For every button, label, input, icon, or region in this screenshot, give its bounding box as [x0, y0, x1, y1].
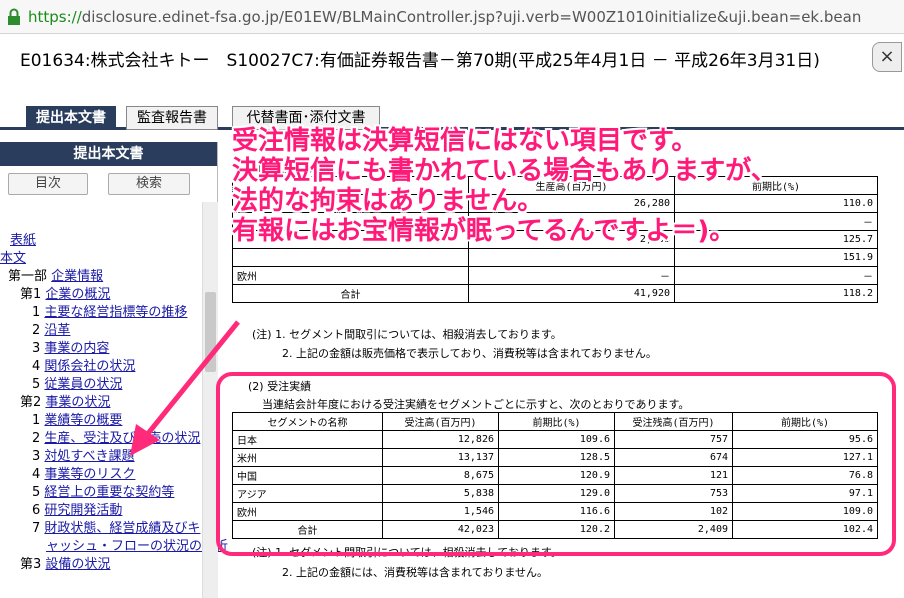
toc-item[interactable]: 4 関係会社の状況 — [0, 358, 200, 376]
toc-button[interactable]: 目次 — [8, 173, 88, 195]
annotation-line: 受注情報は決算短信にはない項目です。 — [232, 126, 698, 156]
toc-item[interactable]: 3 対処すべき課題 — [0, 448, 200, 466]
url-path: disclosure.edinet-fsa.go.jp/E01EW/BLMain… — [81, 7, 862, 26]
toc-item[interactable]: 1 業績等の概要 — [0, 412, 200, 430]
production-note-1: (注) 1. セグメント間取引については、相殺消去しております。 — [252, 328, 562, 341]
annotation-line: 法的な拘束はありません。 — [232, 186, 544, 216]
toc-item[interactable]: 2 生産、受注及び販売の状況 — [0, 430, 200, 448]
table-row: 欧州－－ — [232, 266, 878, 285]
url-protocol: https:// — [28, 7, 82, 26]
toc-item-section1[interactable]: 第1 企業の概況 — [0, 286, 200, 304]
scrollbar-thumb[interactable] — [205, 292, 216, 372]
close-button[interactable]: × — [872, 42, 902, 72]
toc-item[interactable]: 5 従業員の状況 — [0, 376, 200, 394]
lock-icon — [8, 8, 20, 25]
sidebar-header: 提出本文書 — [0, 142, 217, 166]
tab-submitted-document[interactable]: 提出本文書 — [26, 106, 116, 130]
toc-item[interactable]: 7 財政状態、経営成績及びキ — [0, 520, 200, 538]
document-title: E01634:株式会社キトー S10027C7:有価証券報告書－第70期(平成2… — [20, 50, 820, 71]
toc-item[interactable]: 5 経営上の重要な契約等 — [0, 484, 200, 502]
table-row: 151.9 — [232, 248, 878, 267]
toc-item-cover[interactable]: 表紙 — [0, 232, 200, 250]
production-note-2: 2. 上記の金額は販売価格で表示しており、消費税等は含まれておりません。 — [282, 347, 657, 360]
toc-item[interactable]: 3 事業の内容 — [0, 340, 200, 358]
annotation-line: 有報にはお宝情報が眠ってるんですよ＝)。 — [232, 216, 736, 246]
address-bar[interactable]: https://disclosure.edinet-fsa.go.jp/E01E… — [0, 0, 904, 34]
toc-item-section2[interactable]: 第2 事業の状況 — [0, 394, 200, 412]
toc-item[interactable]: 4 事業等のリスク — [0, 466, 200, 484]
toc-item[interactable]: 6 研究開発活動 — [0, 502, 200, 520]
toc-item-part1[interactable]: 第一部 企業情報 — [0, 268, 200, 286]
sidebar-buttons: 目次 検索 — [0, 166, 217, 202]
annotation-line: 決算短信にも書かれている場合もありますが、 — [232, 156, 777, 186]
search-button[interactable]: 検索 — [108, 173, 190, 195]
highlight-box — [216, 372, 896, 556]
toc-item[interactable]: ャッシュ・フローの状況の分析 — [0, 538, 228, 556]
document-header: E01634:株式会社キトー S10027C7:有価証券報告書－第70期(平成2… — [0, 34, 904, 82]
toc-item-section3[interactable]: 第3 設備の状況 — [0, 556, 200, 574]
orders-note-2: 2. 上記の金額には、消費税等は含まれておりません。 — [282, 566, 548, 579]
toc-item[interactable]: 1 主要な経営指標等の推移 — [0, 304, 200, 322]
url-text[interactable]: https://disclosure.edinet-fsa.go.jp/E01E… — [28, 8, 861, 26]
table-total-row: 合計 41,920 118.2 — [232, 284, 878, 303]
table-of-contents: 表紙 本文 第一部 企業情報 第1 企業の概況 1 主要な経営指標等の推移 2 … — [0, 232, 228, 574]
toc-item[interactable]: 2 沿革 — [0, 322, 200, 340]
tab-audit-report[interactable]: 監査報告書 — [126, 106, 218, 130]
annotation-callout: 受注情報は決算短信にはない項目です。 決算短信にも書かれている場合もありますが、… — [232, 126, 852, 246]
toc-item-body[interactable]: 本文 — [0, 250, 200, 268]
sidebar: 提出本文書 目次 検索 表紙 本文 第一部 企業情報 第1 企業の概況 1 主要… — [0, 142, 228, 598]
